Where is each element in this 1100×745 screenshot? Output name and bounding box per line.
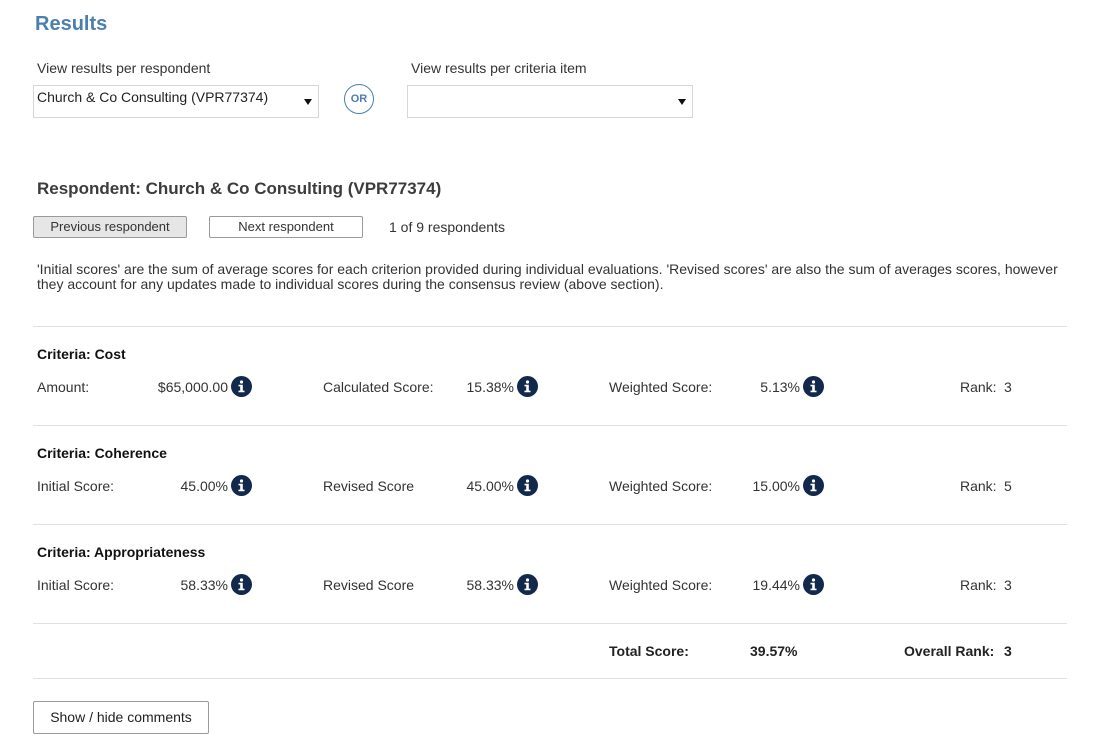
info-icon[interactable] (231, 376, 252, 397)
overall-rank-label: Overall Rank: (904, 643, 995, 659)
or-badge: OR (344, 84, 374, 114)
weighted-score-label: Weighted Score: (609, 478, 713, 494)
scores-explanation: 'Initial scores' are the sum of average … (37, 261, 1058, 292)
info-icon[interactable] (231, 475, 252, 496)
info-icon[interactable] (803, 376, 824, 397)
criteria-value: $65,000.00 (157, 379, 228, 395)
criteria-label: Initial Score: (37, 478, 115, 494)
info-icon[interactable] (517, 574, 538, 595)
rank-value: 5 (1004, 478, 1012, 494)
criteria-label: Calculated Score: (323, 379, 434, 395)
respondent-heading: Respondent: Church & Co Consulting (VPR7… (37, 179, 442, 198)
divider (33, 623, 1067, 624)
criteria-value: 15.38% (466, 379, 514, 395)
info-icon[interactable] (803, 475, 824, 496)
divider (33, 678, 1067, 679)
criteria-label: Amount: (37, 379, 90, 395)
rank-value: 3 (1004, 379, 1012, 395)
criteria-value: 45.00% (466, 478, 514, 494)
respondent-select-label: View results per respondent (37, 60, 211, 76)
page-title: Results (35, 13, 108, 35)
caret-down-icon (304, 99, 312, 105)
criteria-value: 45.00% (180, 478, 228, 494)
divider (33, 326, 1067, 327)
criteria-title: Criteria: Cost (37, 346, 126, 362)
show-hide-comments-button[interactable]: Show / hide comments (33, 701, 209, 734)
weighted-score-label: Weighted Score: (609, 577, 713, 593)
info-icon[interactable] (517, 376, 538, 397)
weighted-score-value: 19.44% (752, 577, 800, 593)
info-icon[interactable] (517, 475, 538, 496)
divider (33, 425, 1067, 426)
previous-respondent-button[interactable]: Previous respondent (33, 216, 187, 238)
weighted-score-value: 15.00% (752, 478, 800, 494)
total-score-value: 39.57% (750, 643, 798, 659)
criteria-label: Revised Score (323, 478, 415, 494)
info-icon[interactable] (803, 574, 824, 595)
criteria-label: Revised Score (323, 577, 415, 593)
criteria-label: Initial Score: (37, 577, 115, 593)
next-respondent-button[interactable]: Next respondent (209, 216, 363, 238)
criteria-value: 58.33% (466, 577, 514, 593)
rank-label: Rank: (960, 478, 997, 494)
respondent-select-value: Church & Co Consulting (VPR77374) (37, 89, 269, 105)
criteria-select-label: View results per criteria item (411, 60, 587, 76)
respondent-select[interactable]: Church & Co Consulting (VPR77374) (33, 85, 319, 118)
weighted-score-value: 5.13% (760, 379, 800, 395)
rank-label: Rank: (960, 577, 997, 593)
weighted-score-label: Weighted Score: (609, 379, 713, 395)
info-icon[interactable] (231, 574, 252, 595)
rank-label: Rank: (960, 379, 997, 395)
criteria-title: Criteria: Appropriateness (37, 544, 206, 560)
criteria-select[interactable] (407, 85, 693, 118)
total-score-label: Total Score: (609, 643, 689, 659)
rank-value: 3 (1004, 577, 1012, 593)
divider (33, 524, 1067, 525)
criteria-title: Criteria: Coherence (37, 445, 167, 461)
criteria-value: 58.33% (180, 577, 228, 593)
overall-rank-value: 3 (1004, 643, 1012, 659)
respondent-count: 1 of 9 respondents (389, 219, 505, 235)
caret-down-icon (678, 99, 686, 105)
